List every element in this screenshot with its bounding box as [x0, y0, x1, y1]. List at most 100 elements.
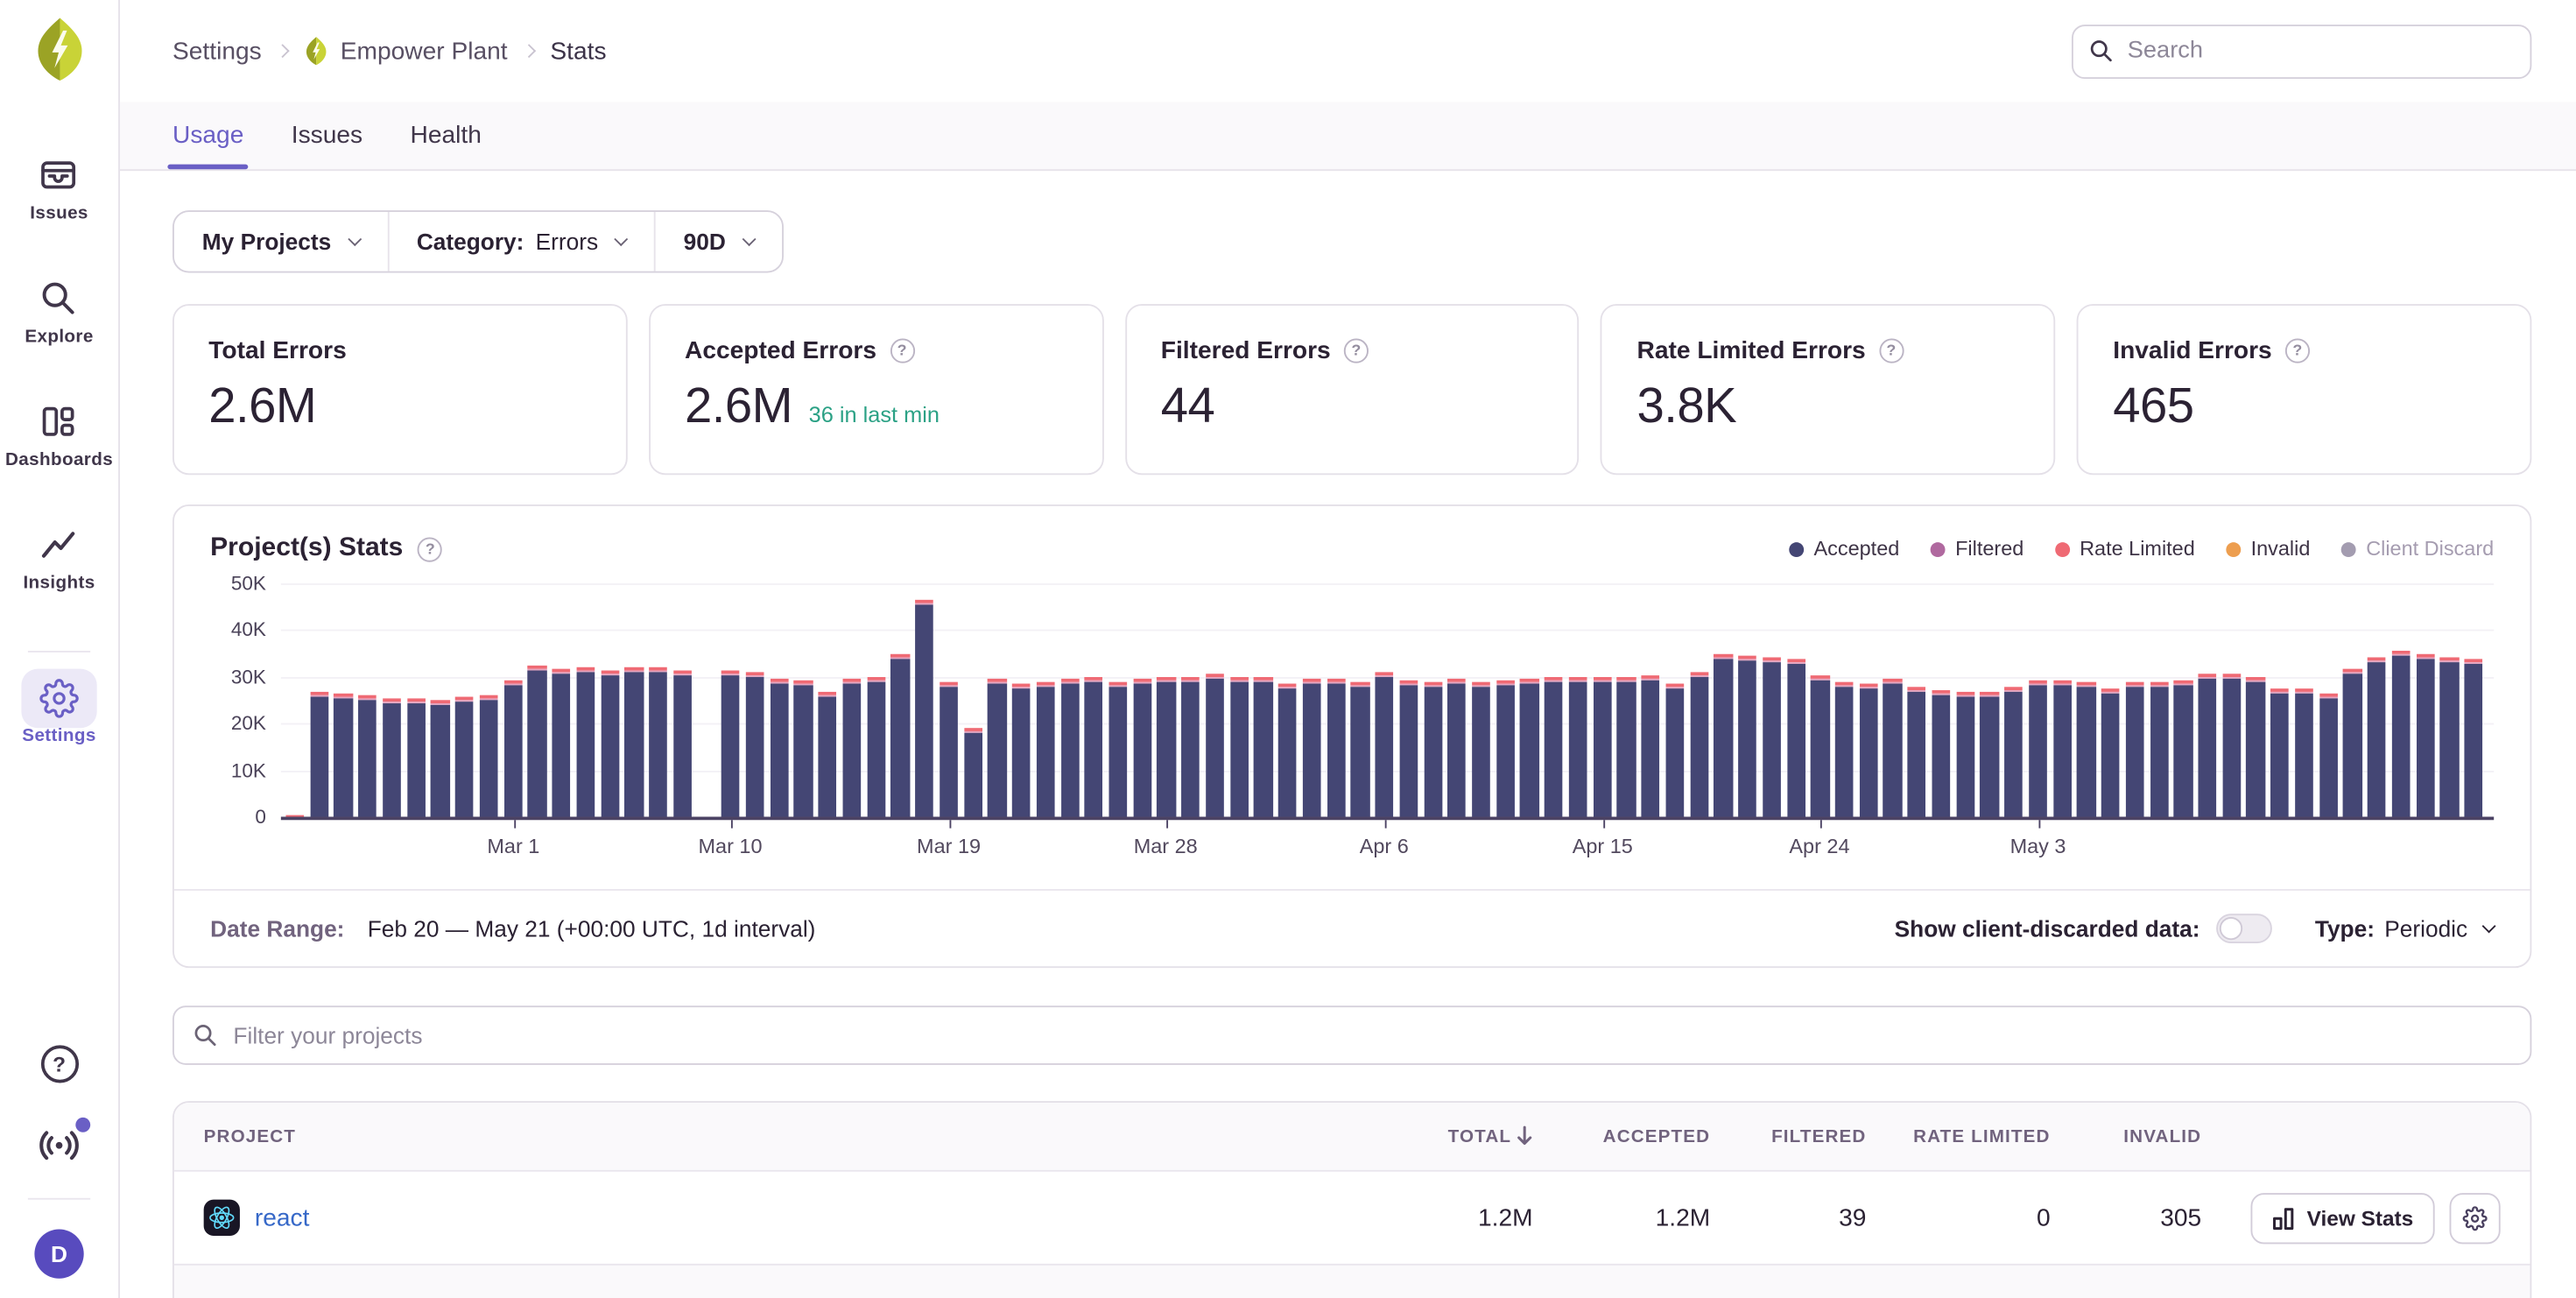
date-range-dropdown[interactable]: 90D	[656, 212, 782, 272]
sidebar-item-label: Issues	[30, 204, 88, 224]
breadcrumb-settings[interactable]: Settings	[172, 37, 262, 65]
chart-bar	[528, 665, 546, 816]
chart-bar	[988, 678, 1006, 816]
whats-new-button[interactable]	[38, 1124, 81, 1167]
legend-label: Client Discard	[2366, 538, 2494, 561]
chart-bar	[407, 698, 426, 816]
chart-bar	[1690, 672, 1708, 816]
project-link[interactable]: react	[255, 1203, 310, 1231]
column-header-rate-limited[interactable]: RATE LIMITED	[1866, 1126, 2050, 1146]
sidebar-nav: Issues Explore Dashboards	[5, 154, 113, 800]
sidebar-item-issues[interactable]: Issues	[30, 154, 88, 223]
column-header-filtered[interactable]: FILTERED	[1710, 1126, 1866, 1146]
legend-dot-icon	[1789, 541, 1804, 556]
chart-bar	[1424, 682, 1442, 817]
chart-bar	[625, 667, 644, 817]
date-range-label: 90D	[684, 229, 726, 255]
y-axis-tick-label: 30K	[231, 666, 266, 688]
stat-card-accepted-errors: Accepted Errors 2.6M 36 in last min	[649, 304, 1103, 475]
search-icon	[2088, 37, 2115, 63]
chart-bar	[1472, 682, 1490, 817]
view-stats-button[interactable]: View Stats	[2251, 1192, 2435, 1243]
legend-item[interactable]: Rate Limited	[2055, 538, 2195, 561]
rate-limited-cell: 0	[1866, 1203, 2050, 1231]
chart-bar	[1665, 684, 1684, 817]
x-axis-tick	[730, 820, 733, 828]
help-tooltip-icon[interactable]	[890, 339, 914, 363]
chart-bar	[480, 695, 498, 817]
chart-bar	[1520, 678, 1538, 816]
help-tooltip-icon[interactable]	[2285, 339, 2310, 363]
column-header-invalid[interactable]: INVALID	[2051, 1126, 2202, 1146]
client-discard-toggle[interactable]	[2216, 914, 2272, 943]
legend-item[interactable]: Client Discard	[2341, 538, 2494, 561]
stat-card-value: 2.6M	[208, 379, 316, 435]
tab-health[interactable]: Health	[411, 102, 482, 169]
chevron-right-icon	[522, 44, 536, 58]
sidebar-divider	[28, 651, 90, 653]
breadcrumb-page: Stats	[550, 37, 606, 65]
chart-bar	[1593, 677, 1611, 817]
project-filter-input[interactable]	[172, 1005, 2531, 1065]
category-label: Category:	[417, 229, 524, 255]
project-settings-button[interactable]	[2450, 1192, 2501, 1243]
chart-bar	[1908, 687, 1926, 817]
category-dropdown[interactable]: Category: Errors	[389, 212, 654, 272]
gear-icon	[2463, 1205, 2488, 1230]
sidebar: Issues Explore Dashboards	[0, 0, 120, 1298]
chart-bar	[1763, 658, 1781, 816]
search-input[interactable]	[2072, 24, 2531, 78]
chart-bar	[2368, 657, 2386, 816]
column-header-project[interactable]: PROJECT	[174, 1126, 1352, 1146]
sidebar-item-dashboards[interactable]: Dashboards	[5, 401, 113, 470]
sidebar-item-settings[interactable]: Settings	[22, 679, 95, 746]
x-axis-tick	[2038, 820, 2041, 828]
chart-bar	[891, 654, 910, 817]
notification-dot	[75, 1118, 90, 1132]
sidebar-item-label: Dashboards	[5, 450, 113, 470]
breadcrumb: Settings Empower Plant Stats	[172, 36, 607, 66]
chart-bar	[334, 694, 353, 817]
x-axis-tick-label: Apr 6	[1360, 835, 1409, 857]
help-tooltip-icon[interactable]	[1344, 339, 1369, 363]
type-dropdown[interactable]: Type: Periodic	[2315, 915, 2494, 942]
stat-card-value: 3.8K	[1637, 379, 1737, 435]
chevron-down-icon	[614, 232, 628, 246]
org-logo[interactable]	[32, 17, 87, 82]
chevron-down-icon	[2482, 919, 2496, 933]
empower-plant-logo-icon	[32, 17, 87, 82]
legend-item[interactable]: Filtered	[1931, 538, 2023, 561]
column-header-total[interactable]: TOTAL	[1352, 1125, 1532, 1146]
chart-bar	[1981, 693, 1999, 817]
sidebar-item-insights[interactable]: Insights	[23, 525, 95, 594]
legend-label: Rate Limited	[2080, 538, 2195, 561]
sidebar-item-explore[interactable]: Explore	[25, 278, 93, 347]
chart-bar	[746, 673, 764, 817]
chart-y-axis: 010K20K30K40K50K	[210, 583, 266, 816]
chart-bar	[940, 681, 958, 817]
chart-bar	[2077, 682, 2095, 816]
chart-bar	[1569, 676, 1587, 816]
user-avatar[interactable]: D	[34, 1229, 83, 1278]
client-discard-toggle-label: Show client-discarded data:	[1895, 915, 2200, 942]
stat-card-title: Invalid Errors	[2113, 337, 2271, 365]
breadcrumb-org[interactable]: Empower Plant	[304, 36, 507, 66]
stat-card-live-rate: 36 in last min	[809, 403, 940, 427]
help-icon[interactable]	[40, 1045, 78, 1083]
project-filter	[172, 1005, 2531, 1065]
legend-item[interactable]: Invalid	[2226, 538, 2310, 561]
column-header-accepted[interactable]: ACCEPTED	[1533, 1126, 1711, 1146]
help-tooltip-icon[interactable]	[418, 537, 442, 561]
tab-issues[interactable]: Issues	[292, 102, 362, 169]
help-tooltip-icon[interactable]	[1879, 339, 1904, 363]
y-axis-tick-label: 0	[255, 805, 266, 828]
chart-bar	[2174, 681, 2192, 817]
column-header-total-label: TOTAL	[1448, 1127, 1512, 1147]
legend-item[interactable]: Accepted	[1789, 538, 1899, 561]
projects-dropdown[interactable]: My Projects	[174, 212, 387, 272]
tab-usage[interactable]: Usage	[172, 102, 243, 169]
table-footer	[174, 1264, 2530, 1298]
legend-label: Invalid	[2251, 538, 2311, 561]
chart-bar	[2004, 688, 2023, 817]
sidebar-item-label: Settings	[22, 726, 95, 746]
